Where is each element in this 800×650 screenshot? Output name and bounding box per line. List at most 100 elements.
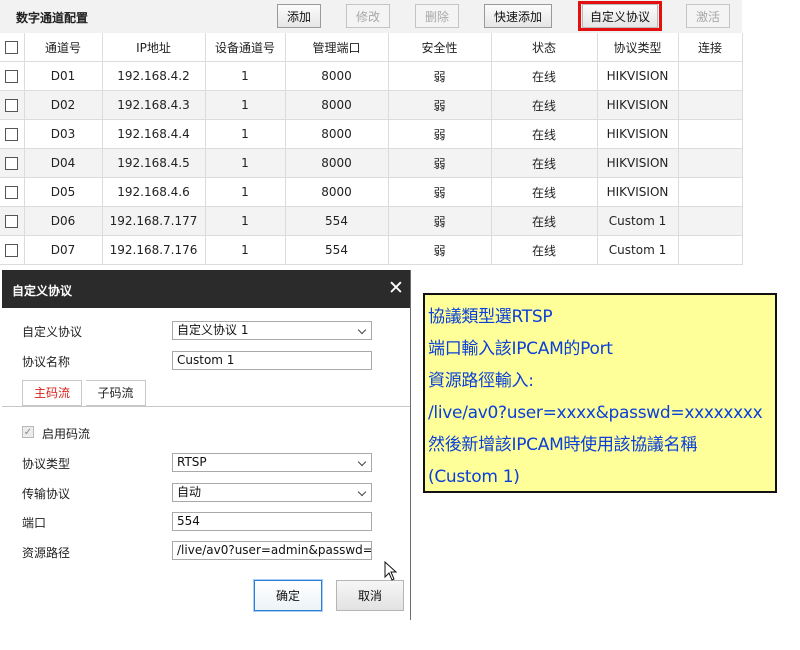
table-cell [678,235,743,265]
table-cell: 192.168.7.177 [102,206,206,236]
col-header: 协议类型 [597,33,679,62]
table-cell: 在线 [491,148,598,178]
port-input[interactable]: 554 [172,512,372,531]
col-header: 设备通道号 [205,33,286,62]
activate-button[interactable]: 激活 [686,4,730,28]
cancel-button[interactable]: 取消 [336,580,404,611]
tab-divider [2,406,410,407]
table-cell: HIKVISION [597,148,679,178]
table-cell: 8000 [285,61,389,91]
note-line: /live/av0?user=xxxx&passwd=xxxxxxxx [428,403,763,423]
table-cell [678,61,743,91]
custom-protocol-select[interactable]: 自定义协议 1 [172,321,372,340]
table-cell: 在线 [491,119,598,149]
close-icon[interactable]: ✕ [386,277,406,299]
table-cell: 554 [285,235,389,265]
mouse-cursor-icon [384,561,398,581]
ok-button[interactable]: 确定 [254,580,322,611]
table-row[interactable]: D03 192.168.4.4 1 8000 弱在线 HIKVISION [0,119,743,149]
delete-button[interactable]: 删除 [415,4,459,28]
table-cell: Custom 1 [597,206,679,236]
table-cell: D05 [24,177,103,207]
instruction-note: 協議類型選RTSP 端口輸入該IPCAM的Port 資源路徑輸入: /live/… [423,293,777,493]
table-cell: D02 [24,90,103,120]
table-cell: 弱 [388,235,492,265]
table-cell: 192.168.4.5 [102,148,206,178]
table-cell: 1 [205,177,286,207]
note-line: 協議類型選RTSP [428,307,553,327]
table-cell: 弱 [388,61,492,91]
table-cell: 8000 [285,148,389,178]
row-checkbox[interactable] [0,148,25,178]
table-row[interactable]: D05 192.168.4.6 1 8000 弱在线 HIKVISION [0,177,743,207]
quick-add-button[interactable]: 快速添加 [484,4,552,28]
channel-table: 通道号 IP地址 设备通道号 管理端口 安全性 状态 协议类型 连接 D01 19… [0,33,743,265]
table-cell: D03 [24,119,103,149]
table-cell: 弱 [388,119,492,149]
transport-label: 传输协议 [22,487,71,501]
note-line: 資源路徑輸入: [428,371,534,391]
table-cell: 1 [205,235,286,265]
table-cell: 192.168.4.2 [102,61,206,91]
enable-stream-checkbox[interactable]: ✓ [22,426,34,438]
page-title: 数字通道配置 [16,11,89,25]
table-cell: 554 [285,206,389,236]
add-button[interactable]: 添加 [277,4,321,28]
resource-path-input[interactable]: /live/av0?user=admin&passwd=a2 [172,541,372,560]
table-cell: 在线 [491,90,598,120]
table-row[interactable]: D01 192.168.4.2 1 8000 弱在线 HIKVISION [0,61,743,91]
modify-button[interactable]: 修改 [346,4,390,28]
table-row[interactable]: D07 192.168.7.176 1 554 弱在线 Custom 1 [0,235,743,265]
table-cell: 192.168.4.4 [102,119,206,149]
table-cell: 1 [205,61,286,91]
table-cell: HIKVISION [597,61,679,91]
table-cell: HIKVISION [597,119,679,149]
table-cell: 192.168.4.3 [102,90,206,120]
protocol-name-input[interactable]: Custom 1 [172,351,372,370]
table-cell: 192.168.4.6 [102,177,206,207]
select-all-checkbox[interactable] [0,33,25,62]
table-cell: 8000 [285,177,389,207]
note-line: 然後新增該IPCAM時使用該協議名稱 [428,435,698,455]
table-cell: 弱 [388,177,492,207]
row-checkbox[interactable] [0,206,25,236]
custom-protocol-label: 自定义协议 [22,325,83,339]
table-cell: 8000 [285,90,389,120]
table-cell: 1 [205,90,286,120]
col-header: 状态 [491,33,598,62]
table-cell: 弱 [388,148,492,178]
table-row[interactable]: D02 192.168.4.3 1 8000 弱在线 HIKVISION [0,90,743,120]
table-cell [678,148,743,178]
row-checkbox[interactable] [0,90,25,120]
row-checkbox[interactable] [0,61,25,91]
table-cell: 1 [205,119,286,149]
col-header: 连接 [678,33,743,62]
table-cell: 弱 [388,90,492,120]
table-cell: 1 [205,148,286,178]
table-cell: 8000 [285,119,389,149]
dialog-header: 自定义协议 ✕ [2,270,410,308]
row-checkbox[interactable] [0,177,25,207]
custom-protocol-dialog: 自定义协议 ✕ 自定义协议 自定义协议 1 协议名称 Custom 1 主码流 … [2,270,411,620]
protocol-type-select[interactable]: RTSP [172,453,372,472]
col-header: IP地址 [102,33,206,62]
row-checkbox[interactable] [0,235,25,265]
row-checkbox[interactable] [0,119,25,149]
table-cell [678,177,743,207]
table-cell: HIKVISION [597,177,679,207]
table-cell: 1 [205,206,286,236]
port-label: 端口 [22,516,47,530]
protocol-name-label: 协议名称 [22,355,71,369]
col-header: 安全性 [388,33,492,62]
table-header-row: 通道号 IP地址 设备通道号 管理端口 安全性 状态 协议类型 连接 [0,33,743,62]
transport-select[interactable]: 自动 [172,483,372,502]
table-cell: D07 [24,235,103,265]
table-row[interactable]: D06 192.168.7.177 1 554 弱在线 Custom 1 [0,206,743,236]
table-cell: D06 [24,206,103,236]
tab-sub-stream[interactable]: 子码流 [86,380,146,406]
table-cell: 在线 [491,206,598,236]
table-cell: 192.168.7.176 [102,235,206,265]
table-row[interactable]: D04 192.168.4.5 1 8000 弱在线 HIKVISION [0,148,743,178]
tab-main-stream[interactable]: 主码流 [22,380,82,406]
table-cell: 在线 [491,235,598,265]
